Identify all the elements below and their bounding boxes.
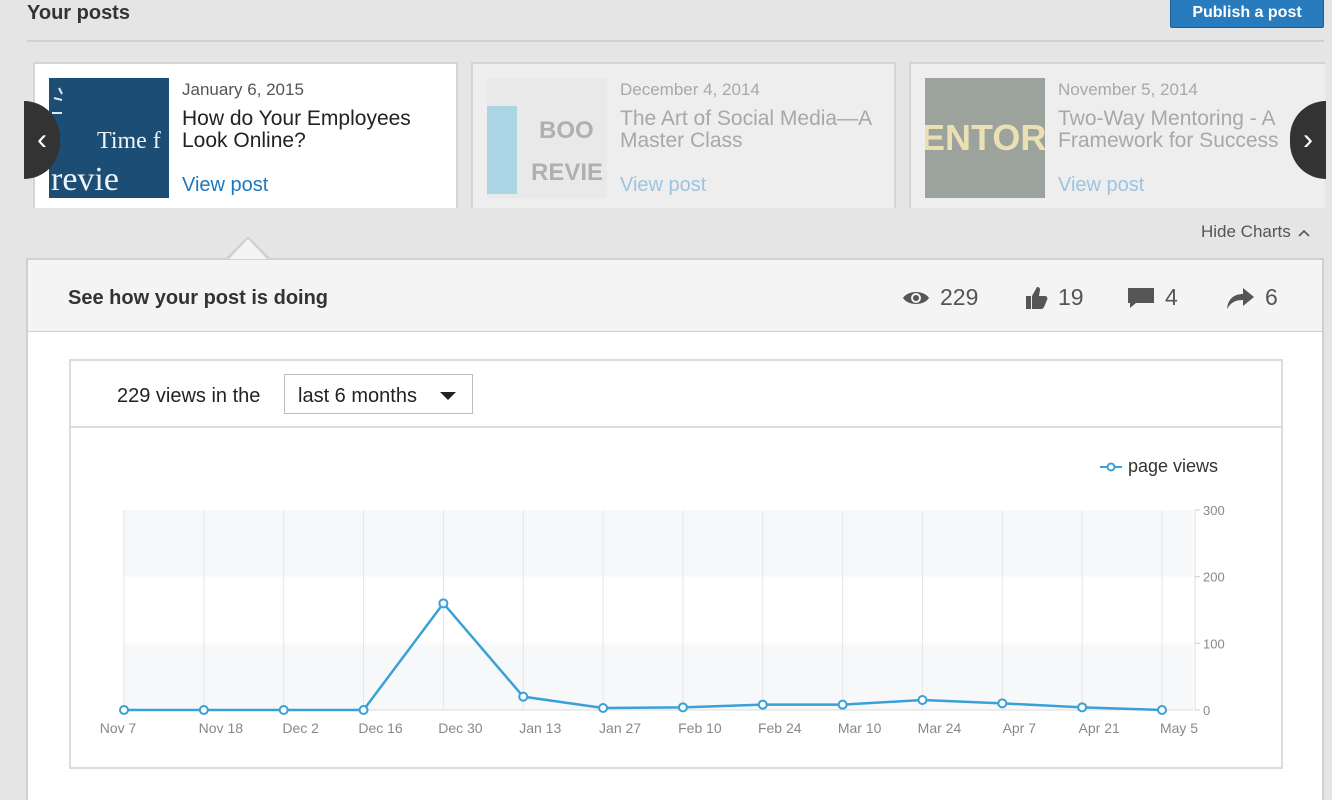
svg-text:revie: revie bbox=[51, 161, 119, 198]
data-point bbox=[278, 705, 289, 715]
data-point bbox=[677, 702, 688, 713]
eye-icon bbox=[903, 291, 929, 304]
x-tick-label: May 5 bbox=[1160, 720, 1198, 736]
post-card[interactable]: ENTORI November 5, 2014 Two-Way Mentorin… bbox=[909, 62, 1325, 208]
view-post-link[interactable]: View post bbox=[182, 174, 268, 197]
publish-post-button[interactable]: Publish a post bbox=[1170, 0, 1324, 28]
svg-text:REVIE: REVIE bbox=[531, 159, 603, 186]
y-tick-label: 300 bbox=[1203, 503, 1225, 518]
data-point bbox=[518, 691, 529, 702]
comments-stat: 4 bbox=[1127, 284, 1178, 311]
x-tick-label: Apr 7 bbox=[1003, 720, 1037, 736]
shares-stat: 6 bbox=[1225, 284, 1278, 311]
post-stats-panel: See how your post is doing 229 19 4 6 22… bbox=[26, 258, 1324, 800]
view-post-link[interactable]: View post bbox=[620, 174, 706, 197]
page-title: Your posts bbox=[27, 2, 130, 24]
likes-stat: 19 bbox=[1024, 284, 1084, 311]
x-tick-label: Feb 24 bbox=[758, 720, 802, 736]
post-title: The Art of Social Media—A Master Class bbox=[620, 107, 871, 152]
hide-charts-label: Hide Charts bbox=[1201, 222, 1291, 241]
data-point bbox=[1077, 702, 1088, 713]
page-views-line-chart: 0 100 200 300 Nov 7 Nov 18 Dec 2 Dec 16 Dec 30 Ja… bbox=[100, 503, 1225, 736]
x-tick-label: Apr 21 bbox=[1079, 720, 1120, 736]
view-post-link[interactable]: View post bbox=[1058, 174, 1144, 197]
chevron-right-icon: › bbox=[1303, 123, 1313, 156]
active-post-pointer-fill bbox=[229, 239, 267, 259]
post-title: How do Your Employees Look Online? bbox=[182, 107, 411, 152]
post-thumbnail: ENTORI bbox=[925, 78, 1045, 198]
x-tick-label: Dec 2 bbox=[282, 720, 319, 736]
x-tick-label: Mar 24 bbox=[918, 720, 962, 736]
comments-count: 4 bbox=[1165, 284, 1178, 310]
hide-charts-toggle[interactable]: Hide Charts bbox=[1201, 222, 1310, 242]
x-tick-label: Nov 18 bbox=[199, 720, 244, 736]
data-point bbox=[198, 705, 209, 715]
data-point bbox=[598, 703, 609, 713]
post-date: November 5, 2014 bbox=[1058, 80, 1198, 99]
panel-title: See how your post is doing bbox=[68, 287, 329, 309]
post-card[interactable]: Time f revie January 6, 2015 How do Your… bbox=[33, 62, 458, 208]
data-point bbox=[757, 699, 768, 710]
post-date: January 6, 2015 bbox=[182, 80, 304, 99]
data-point bbox=[358, 705, 369, 715]
views-chart-box: 229 views in the last 6 months page view… bbox=[69, 359, 1283, 769]
views-stat: 229 bbox=[902, 284, 978, 311]
x-tick-label: Mar 10 bbox=[838, 720, 882, 736]
y-tick-label: 200 bbox=[1203, 570, 1225, 585]
post-card[interactable]: BOO REVIE December 4, 2014 The Art of So… bbox=[471, 62, 896, 208]
x-tick-label: Nov 7 bbox=[100, 720, 137, 736]
chevron-left-icon: ‹ bbox=[37, 123, 47, 156]
post-thumbnail: Time f revie bbox=[49, 78, 169, 198]
data-point bbox=[1157, 705, 1167, 715]
data-point bbox=[438, 598, 449, 609]
post-date: December 4, 2014 bbox=[620, 80, 760, 99]
y-tick-label: 100 bbox=[1203, 636, 1225, 651]
svg-text:Time f: Time f bbox=[97, 128, 161, 154]
views-summary: 229 views in the bbox=[117, 385, 261, 407]
likes-count: 19 bbox=[1058, 284, 1084, 310]
time-range-value: last 6 months bbox=[298, 385, 417, 407]
data-point bbox=[917, 695, 928, 705]
comment-icon bbox=[1128, 287, 1154, 308]
time-range-select[interactable]: last 6 months bbox=[284, 374, 473, 414]
data-point bbox=[837, 699, 848, 710]
post-thumbnail: BOO REVIE bbox=[487, 78, 607, 198]
svg-text:ENTORI: ENTORI bbox=[925, 117, 1045, 158]
posts-carousel: Time f revie January 6, 2015 How do Your… bbox=[33, 62, 1325, 208]
svg-text:BOO: BOO bbox=[539, 117, 594, 144]
chart-toolbar: 229 views in the last 6 months bbox=[71, 361, 1281, 428]
share-arrow-icon bbox=[1227, 287, 1254, 309]
panel-header: See how your post is doing 229 19 4 6 bbox=[28, 260, 1322, 332]
x-tick-label: Jan 13 bbox=[519, 720, 561, 736]
data-point bbox=[119, 705, 129, 715]
thumbs-up-icon bbox=[1026, 286, 1048, 309]
x-tick-label: Jan 27 bbox=[599, 720, 641, 736]
data-point bbox=[997, 698, 1008, 709]
x-tick-label: Feb 10 bbox=[678, 720, 722, 736]
y-tick-label: 0 bbox=[1203, 703, 1210, 718]
views-count: 229 bbox=[940, 284, 979, 310]
shares-count: 6 bbox=[1265, 284, 1278, 310]
x-tick-label: Dec 30 bbox=[438, 720, 483, 736]
dropdown-arrow-icon bbox=[440, 392, 456, 400]
chevron-up-icon bbox=[1297, 229, 1310, 237]
title-divider bbox=[27, 40, 1324, 42]
post-title: Two-Way Mentoring - A Framework for Succ… bbox=[1058, 107, 1279, 152]
x-tick-label: Dec 16 bbox=[358, 720, 403, 736]
